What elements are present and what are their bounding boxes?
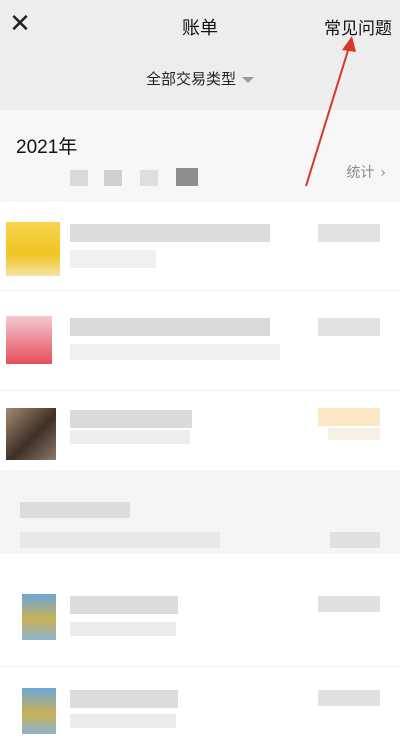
blurred-row-text[interactable] xyxy=(70,250,156,268)
blurred-summary xyxy=(104,170,122,186)
blurred-amount xyxy=(330,532,380,548)
transaction-type-filter[interactable]: 全部交易类型 xyxy=(0,68,400,89)
row-divider xyxy=(0,290,400,291)
blurred-row-text[interactable] xyxy=(70,410,192,428)
row-divider xyxy=(0,390,400,391)
blurred-avatar[interactable] xyxy=(22,688,56,734)
blurred-avatar[interactable] xyxy=(22,594,56,640)
blurred-row-text[interactable] xyxy=(70,714,176,728)
blurred-row-text[interactable] xyxy=(70,596,178,614)
blurred-avatar[interactable] xyxy=(6,316,52,364)
blurred-row-text[interactable] xyxy=(70,224,270,242)
month-header: 2021年 统计 › xyxy=(0,110,400,202)
blurred-row-text[interactable] xyxy=(70,318,270,336)
blurred-summary xyxy=(70,170,88,186)
blurred-amount xyxy=(318,690,380,706)
row-divider xyxy=(0,666,400,667)
filter-label: 全部交易类型 xyxy=(145,71,236,88)
caret-down-icon xyxy=(242,77,254,84)
chevron-right-icon: › xyxy=(380,165,386,181)
blurred-row-text[interactable] xyxy=(70,690,178,708)
blurred-summary xyxy=(176,168,198,186)
month-title: 2021年 xyxy=(16,137,78,158)
stats-link[interactable]: 统计 › xyxy=(346,162,386,182)
faq-link[interactable]: 常见问题 xyxy=(324,14,392,39)
blurred-row-text[interactable] xyxy=(20,532,220,548)
blurred-amount xyxy=(328,428,380,440)
blurred-amount xyxy=(318,596,380,612)
blurred-row-text[interactable] xyxy=(70,344,280,360)
blurred-avatar[interactable] xyxy=(6,222,60,276)
blurred-row-text[interactable] xyxy=(20,502,130,518)
blurred-amount xyxy=(318,224,380,242)
blurred-amount xyxy=(318,318,380,336)
blurred-avatar[interactable] xyxy=(6,408,56,460)
blurred-row-text[interactable] xyxy=(70,430,190,444)
blurred-summary xyxy=(140,170,158,186)
top-bar: ✕ 账单 常见问题 xyxy=(0,0,400,56)
stats-label: 统计 xyxy=(346,164,375,180)
blurred-amount xyxy=(318,408,380,426)
transaction-list xyxy=(0,202,400,744)
blurred-row-text[interactable] xyxy=(70,622,176,636)
